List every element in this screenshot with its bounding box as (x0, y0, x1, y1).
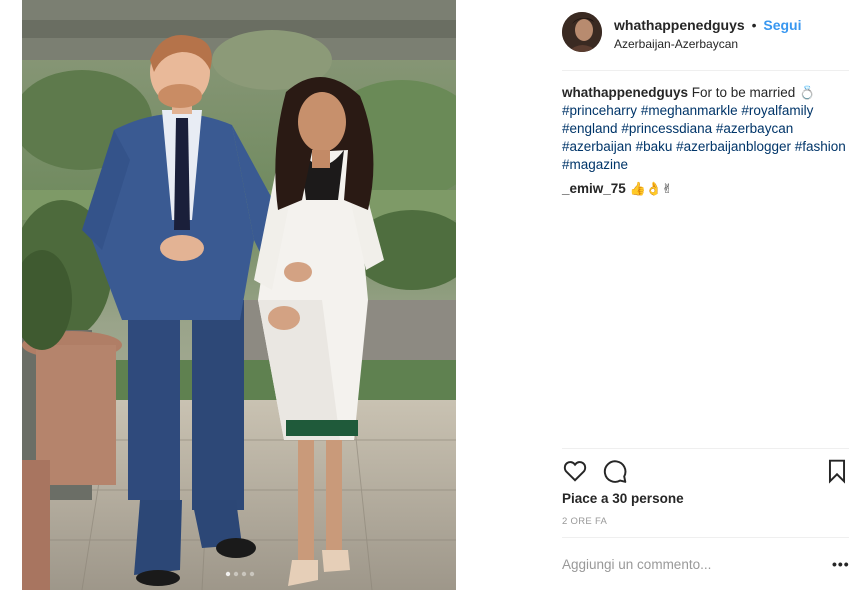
post-username[interactable]: whathappenedguys (614, 17, 745, 33)
comment-input[interactable] (562, 553, 812, 575)
avatar-image (562, 12, 602, 52)
comment-item: _emiw_75 👍👌✌ (562, 180, 847, 198)
post-media[interactable] (0, 0, 456, 590)
hashtag-link[interactable]: #azerbaijanblogger (676, 139, 791, 154)
post-sidebar: whathappenedguys • Segui Azerbaijan-Azer… (549, 0, 853, 590)
comment-text: 👍👌✌ (629, 181, 673, 196)
post-caption: whathappenedguys For to be married 💍 #pr… (562, 84, 847, 198)
hashtag-link[interactable]: #royalfamily (741, 103, 813, 118)
hashtag-link[interactable]: #princessdiana (621, 121, 712, 136)
caption-text: For to be married (691, 85, 796, 100)
post-timestamp[interactable]: 2 ORE FA (562, 516, 607, 527)
couple-photo-illustration (22, 0, 456, 590)
hashtag-link[interactable]: #azerbaijan (562, 139, 632, 154)
hashtag-link[interactable]: #meghanmarkle (641, 103, 738, 118)
comment-username[interactable]: _emiw_75 (562, 181, 626, 196)
hashtag-link[interactable]: #princeharry (562, 103, 637, 118)
separator-dot: • (751, 17, 757, 33)
caption-username[interactable]: whathappenedguys (562, 85, 688, 100)
post-header: whathappenedguys • Segui Azerbaijan-Azer… (549, 8, 853, 64)
post-photo[interactable] (22, 0, 456, 590)
hashtag-link[interactable]: #fashion (795, 139, 846, 154)
hashtag-link[interactable]: #magazine (562, 157, 628, 172)
hashtag-list: #princeharry #meghanmarkle #royalfamily … (562, 103, 846, 172)
action-bar (562, 458, 849, 484)
heart-icon[interactable] (562, 458, 588, 484)
post-location[interactable]: Azerbaijan-Azerbaycan (614, 36, 802, 52)
more-options-icon[interactable]: ••• (832, 556, 850, 572)
header-text: whathappenedguys • Segui Azerbaijan-Azer… (614, 16, 802, 52)
bookmark-icon[interactable] (824, 458, 850, 484)
ring-emoji-icon: 💍 (799, 85, 816, 100)
comment-divider (562, 537, 849, 538)
actions-divider (562, 448, 849, 449)
hashtag-link[interactable]: #england (562, 121, 618, 136)
comment-icon[interactable] (602, 458, 628, 484)
header-line: whathappenedguys • Segui (614, 16, 802, 34)
hashtag-link[interactable]: #azerbaycan (716, 121, 793, 136)
hashtag-link[interactable]: #baku (636, 139, 673, 154)
avatar[interactable] (562, 12, 602, 52)
likes-count[interactable]: Piace a 30 persone (562, 491, 684, 506)
caption-line: whathappenedguys For to be married 💍 #pr… (562, 84, 847, 174)
header-divider (562, 70, 849, 71)
follow-button[interactable]: Segui (763, 17, 801, 33)
